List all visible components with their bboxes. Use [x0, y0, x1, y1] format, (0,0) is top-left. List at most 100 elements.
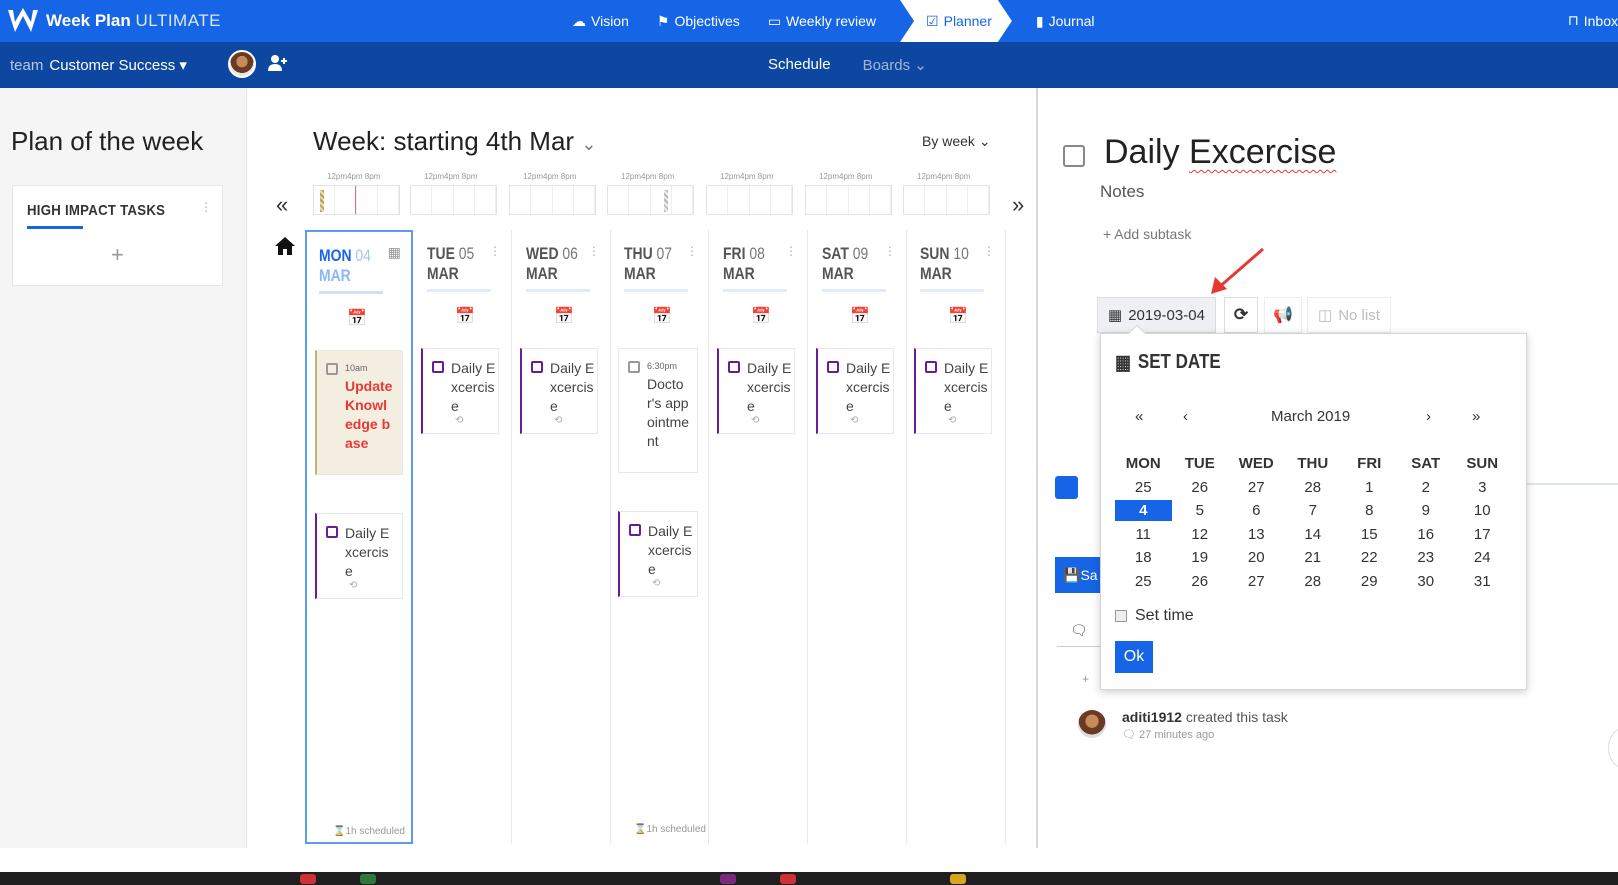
calendar-add-icon[interactable]: 📅	[347, 308, 367, 328]
more-menu-icon[interactable]: ⋮	[785, 244, 797, 258]
task-checkbox[interactable]	[326, 363, 338, 375]
more-menu-icon[interactable]: ⋮	[686, 244, 698, 258]
task-card[interactable]: Daily Excercise ⟲	[717, 348, 795, 434]
calendar-day[interactable]: 22	[1341, 549, 1398, 566]
calendar-day[interactable]: 17	[1454, 526, 1511, 543]
task-checkbox[interactable]	[827, 361, 839, 373]
taskbar-app-icon[interactable]	[720, 874, 736, 884]
task-card[interactable]: Daily Excercise ⟲	[914, 348, 992, 434]
tab-schedule[interactable]: Schedule	[768, 56, 831, 74]
calendar-day[interactable]: 12	[1172, 526, 1229, 543]
more-menu-icon[interactable]: ⋮	[489, 244, 501, 258]
calendar-day[interactable]: 10	[1454, 502, 1511, 519]
calendar-day[interactable]: 2	[1398, 479, 1455, 496]
calendar-day[interactable]: 26	[1172, 479, 1229, 496]
calendar-day[interactable]: 28	[1285, 479, 1342, 496]
calendar-day[interactable]: 21	[1285, 549, 1342, 566]
activity-user[interactable]: aditi1912	[1122, 709, 1182, 725]
calendar-day[interactable]: 26	[1172, 573, 1229, 590]
nav-inbox[interactable]: ⊓ Inbox	[1568, 12, 1618, 29]
task-checkbox[interactable]	[925, 361, 937, 373]
grid-view-icon[interactable]: ▦	[388, 244, 401, 261]
calendar-day[interactable]: 4	[1115, 500, 1172, 522]
day-column-thu[interactable]: THU 07 MAR ⋮ 📅 6:30pm Doctor's appointmen…	[612, 230, 709, 844]
task-card[interactable]: Daily Excercise ⟲	[315, 513, 403, 599]
month-year-label[interactable]: March 2019	[1271, 408, 1350, 425]
previous-week-icon[interactable]: «	[276, 192, 288, 218]
taskbar-app-icon[interactable]	[300, 874, 316, 884]
more-menu-icon[interactable]: ⋮	[884, 244, 896, 258]
prev-month-button[interactable]: ‹	[1183, 408, 1188, 425]
calendar-day[interactable]: 3	[1454, 479, 1511, 496]
home-icon[interactable]	[274, 236, 296, 262]
calendar-add-icon[interactable]: 📅	[455, 306, 475, 326]
next-year-button[interactable]: »	[1472, 408, 1480, 425]
calendar-day[interactable]: 30	[1398, 573, 1455, 590]
user-avatar[interactable]	[228, 50, 256, 78]
task-checkbox[interactable]	[432, 361, 444, 373]
color-swatch[interactable]	[1055, 476, 1078, 499]
set-time-checkbox[interactable]	[1115, 610, 1127, 622]
set-time-toggle[interactable]: Set time	[1115, 607, 1194, 625]
next-week-icon[interactable]: »	[1012, 192, 1024, 218]
add-user-icon[interactable]	[267, 54, 287, 76]
calendar-day[interactable]: 18	[1115, 549, 1172, 566]
app-brand[interactable]: Week Plan ULTIMATE	[46, 11, 221, 31]
more-menu-icon[interactable]: ⋮	[983, 244, 995, 258]
day-column-fri[interactable]: FRI 08 MAR ⋮ 📅 Daily Excercise ⟲	[711, 230, 808, 844]
nav-weekly-review[interactable]: ▭ Weekly review	[756, 0, 888, 42]
day-column-sun[interactable]: SUN 10 MAR ⋮ 📅 Daily Excercise ⟲	[908, 230, 1006, 844]
task-checkbox[interactable]	[628, 361, 640, 373]
calendar-add-icon[interactable]: 📅	[652, 306, 672, 326]
day-column-mon[interactable]: MON 04 MAR ▦ 📅 10am Update Knowledge base…	[305, 230, 413, 844]
nav-journal[interactable]: ▮ Journal	[1024, 0, 1107, 42]
taskbar-app-icon[interactable]	[780, 874, 796, 884]
task-card[interactable]: 10am Update Knowledge base	[315, 350, 403, 475]
day-column-sat[interactable]: SAT 09 MAR ⋮ 📅 Daily Excercise ⟲	[810, 230, 907, 844]
calendar-day[interactable]: 28	[1285, 573, 1342, 590]
add-task-button[interactable]: +	[111, 242, 124, 268]
ok-button[interactable]: Ok	[1115, 641, 1153, 673]
calendar-day[interactable]: 14	[1285, 526, 1342, 543]
prev-year-button[interactable]: «	[1135, 408, 1143, 425]
calendar-add-icon[interactable]: 📅	[554, 306, 574, 326]
calendar-day[interactable]: 29	[1341, 573, 1398, 590]
week-title[interactable]: Week: starting 4th Mar ⌄	[313, 126, 596, 157]
task-card[interactable]: Daily Excercise ⟲	[421, 348, 499, 434]
calendar-day[interactable]: 11	[1115, 526, 1172, 543]
task-complete-checkbox[interactable]	[1063, 145, 1085, 167]
task-card[interactable]: Daily Excercise ⟲	[618, 511, 698, 597]
calendar-day[interactable]: 27	[1228, 479, 1285, 496]
calendar-day[interactable]: 5	[1172, 502, 1229, 519]
calendar-day[interactable]: 25	[1115, 479, 1172, 496]
calendar-day[interactable]: 1	[1341, 479, 1398, 496]
calendar-day[interactable]: 31	[1454, 573, 1511, 590]
list-selector[interactable]: ◫ No list	[1307, 297, 1391, 333]
calendar-day[interactable]: 15	[1341, 526, 1398, 543]
day-column-wed[interactable]: WED 06 MAR ⋮ 📅 Daily Excercise ⟲	[514, 230, 611, 844]
calendar-day[interactable]: 9	[1398, 502, 1455, 519]
task-checkbox[interactable]	[531, 361, 543, 373]
task-notes[interactable]: Notes	[1100, 182, 1144, 202]
nav-vision[interactable]: ☁ Vision	[560, 0, 641, 42]
add-subtask-link[interactable]: + Add subtask	[1103, 226, 1191, 242]
calendar-day[interactable]: 27	[1228, 573, 1285, 590]
nav-planner[interactable]: ☑ Planner	[900, 0, 1012, 42]
calendar-day[interactable]: 13	[1228, 526, 1285, 543]
day-column-tue[interactable]: TUE 05 MAR ⋮ 📅 Daily Excercise ⟲	[415, 230, 512, 844]
comments-icon[interactable]: 🗨	[1070, 622, 1088, 639]
calendar-add-icon[interactable]: 📅	[751, 306, 771, 326]
task-checkbox[interactable]	[728, 361, 740, 373]
calendar-day[interactable]: 6	[1228, 502, 1285, 519]
calendar-day[interactable]: 7	[1285, 502, 1342, 519]
add-comment-icon[interactable]: +	[1082, 672, 1089, 686]
task-card[interactable]: Daily Excercise ⟲	[816, 348, 894, 434]
calendar-day[interactable]: 24	[1454, 549, 1511, 566]
taskbar-app-icon[interactable]	[950, 874, 966, 884]
tab-boards[interactable]: Boards ⌄	[863, 56, 927, 74]
next-month-button[interactable]: ›	[1426, 408, 1431, 425]
calendar-day[interactable]: 23	[1398, 549, 1455, 566]
progress-track[interactable]	[1520, 483, 1618, 485]
task-title-editor[interactable]: Daily Excercise	[1104, 133, 1336, 172]
megaphone-button[interactable]: 📢	[1264, 297, 1302, 333]
